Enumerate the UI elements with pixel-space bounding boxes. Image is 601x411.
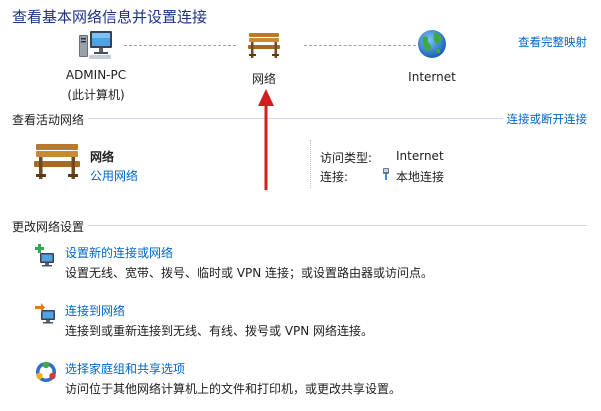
active-network-name: 网络 [90,150,115,164]
ethernet-icon [381,167,391,181]
local-connection-link[interactable]: 本地连接 [396,168,444,185]
connection-label: 连接: [320,170,349,184]
network-type-link[interactable]: 公用网络 [90,167,138,184]
connect-disconnect-link[interactable]: 连接或断开连接 [502,111,587,127]
homegroup-icon [34,360,58,384]
new-connection-icon [34,244,58,268]
connect-to-network-desc: 连接到或重新连接到无线、有线、拨号或 VPN 网络连接。 [65,324,374,338]
annotation-arrow [258,89,274,190]
map-connector-line [304,45,416,46]
map-connector-line [124,45,236,46]
homegroup-sharing-desc: 访问位于其他网络计算机上的文件和打印机，或更改共享设置。 [65,382,402,396]
network-node-label: 网络 [251,72,276,86]
homegroup-sharing-link[interactable]: 选择家庭组和共享选项 [65,360,185,377]
bench-icon [32,140,82,182]
access-type-value: Internet [396,149,444,163]
internet-node-label: Internet [408,70,456,84]
change-settings-title: 更改网络设置 [12,218,89,235]
setup-new-connection-link[interactable]: 设置新的连接或网络 [65,244,173,261]
network-sharing-center: 查看基本网络信息并设置连接 查看完整映射 ADMIN-PC (此计算机) 网络 … [0,0,601,411]
computer-icon[interactable] [76,28,116,62]
computer-name: ADMIN-PC [65,68,127,82]
setup-new-connection-desc: 设置无线、宽带、拨号、临时或 VPN 连接；或设置路由器或访问点。 [65,266,434,280]
page-title: 查看基本网络信息并设置连接 [12,8,208,26]
globe-icon[interactable] [416,28,448,60]
bench-icon[interactable] [246,28,282,62]
connect-network-icon [34,302,58,326]
view-full-map-link[interactable]: 查看完整映射 [518,34,587,50]
computer-subtitle: (此计算机) [67,88,125,102]
active-networks-title: 查看活动网络 [12,111,89,128]
connect-to-network-link[interactable]: 连接到网络 [65,302,125,319]
access-type-label: 访问类型: [320,151,373,165]
column-divider [310,140,311,188]
section-divider [12,225,587,226]
